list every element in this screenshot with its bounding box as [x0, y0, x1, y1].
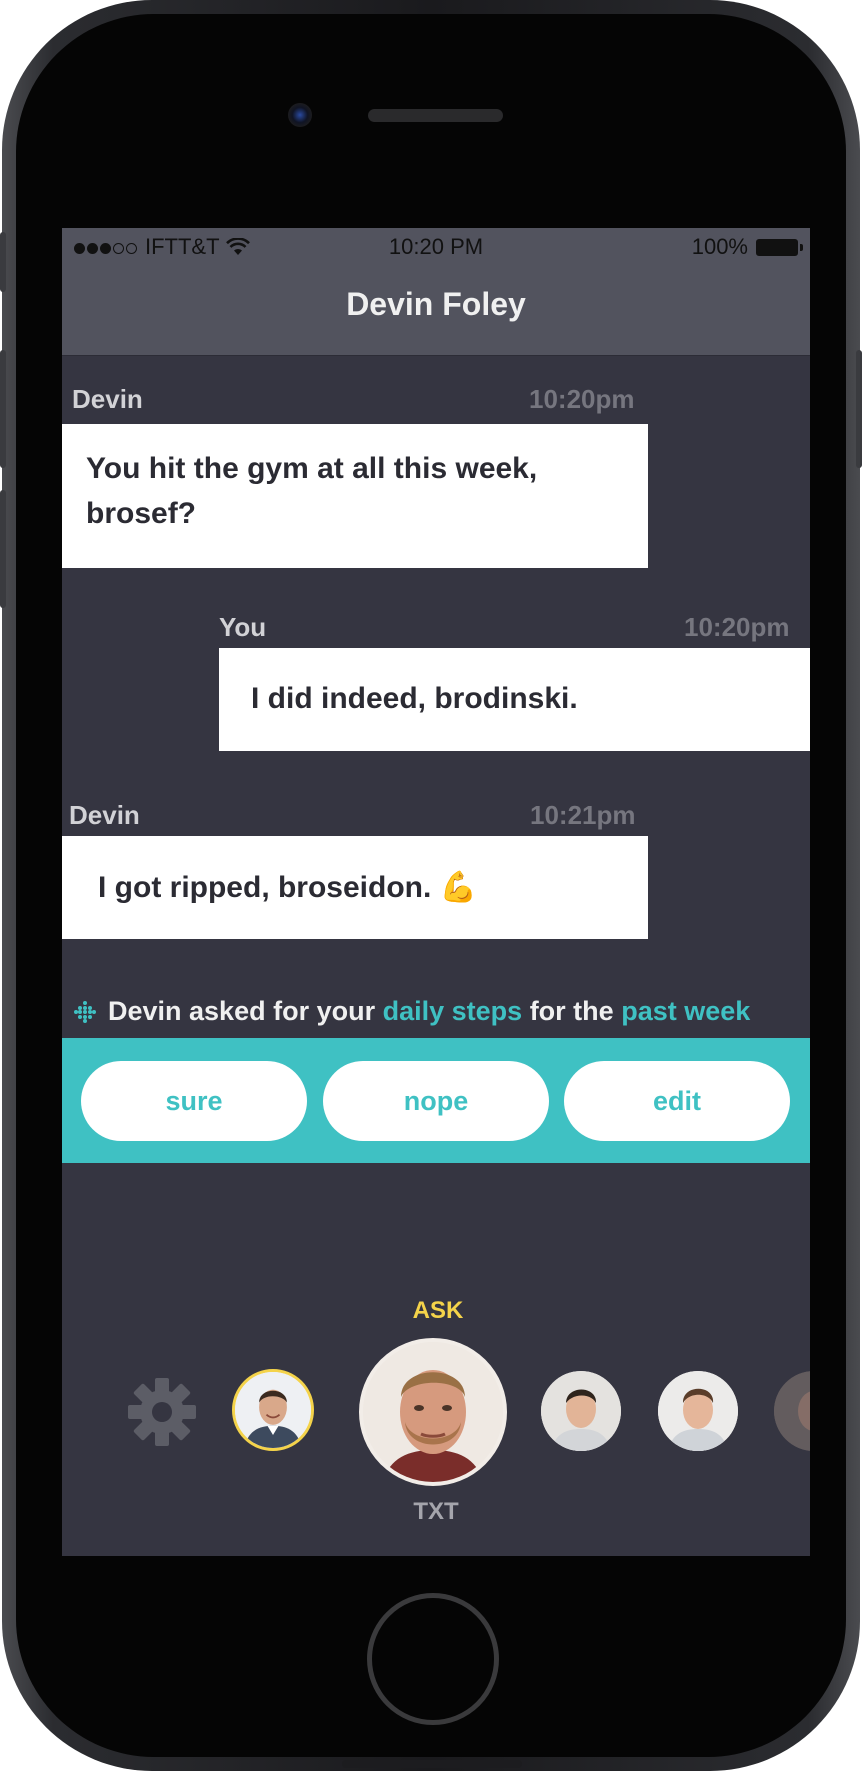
sure-button[interactable]: sure: [81, 1061, 307, 1141]
message-sender: You: [219, 612, 267, 642]
person-portrait-icon: [541, 1371, 621, 1451]
gear-icon[interactable]: [128, 1378, 196, 1446]
message-bubble-incoming: You hit the gym at all this week, brosef…: [62, 424, 648, 568]
request-text: Devin asked for your daily steps for the…: [108, 996, 750, 1027]
request-period-link[interactable]: past week: [621, 996, 750, 1026]
person-portrait-icon: [235, 1372, 311, 1448]
message-text: I got ripped, broseidon.: [98, 871, 432, 904]
message-text: You hit the gym at all this week, brosef…: [86, 452, 538, 530]
fitbit-icon: [74, 1000, 96, 1023]
message-time: 10:20pm: [529, 384, 635, 414]
chat-header: IFTT&T 10:20 PM 100% Devin Foley: [62, 228, 810, 356]
request-metric-link[interactable]: daily steps: [383, 996, 523, 1026]
phone-frame: IFTT&T 10:20 PM 100% Devin Foley Devin 1…: [0, 0, 862, 1771]
front-camera: [288, 103, 312, 127]
response-action-bar: sure nope edit: [62, 1038, 810, 1163]
earpiece-speaker: [368, 109, 503, 122]
person-portrait-icon: [658, 1371, 738, 1451]
contact-avatar-selected[interactable]: [232, 1369, 314, 1451]
battery-percent: 100%: [691, 234, 748, 259]
volume-down-button: [0, 490, 6, 608]
contact-avatar-current[interactable]: [359, 1338, 507, 1486]
mute-switch: [0, 232, 6, 292]
data-request: Devin asked for your daily steps for the…: [74, 996, 750, 1027]
status-bar: IFTT&T 10:20 PM 100%: [62, 228, 810, 268]
ask-label[interactable]: ASK: [62, 1297, 810, 1325]
message-time: 10:21pm: [530, 800, 636, 830]
status-right: 100%: [691, 234, 803, 260]
request-prefix: Devin asked for your: [108, 996, 376, 1026]
txt-label[interactable]: TXT: [62, 1498, 810, 1526]
message-time: 10:20pm: [684, 612, 790, 642]
contact-avatar[interactable]: [541, 1371, 621, 1451]
contact-avatar[interactable]: [658, 1371, 738, 1451]
message-sender: Devin: [69, 800, 140, 830]
person-portrait-icon: [363, 1342, 503, 1482]
conversation-title: Devin Foley: [346, 286, 526, 322]
power-button: [856, 350, 862, 468]
edit-button[interactable]: edit: [564, 1061, 790, 1141]
home-button[interactable]: [367, 1593, 499, 1725]
app-screen: IFTT&T 10:20 PM 100% Devin Foley Devin 1…: [62, 228, 810, 1556]
flexed-biceps-emoji: 💪: [439, 870, 478, 905]
message-bubble-incoming: I got ripped, broseidon. 💪: [62, 836, 648, 939]
person-portrait-icon: [774, 1371, 810, 1451]
message-text: I did indeed, brodinski.: [251, 682, 578, 715]
bezel-edge: [342, 1760, 522, 1768]
request-middle: for the: [529, 996, 614, 1026]
nope-button[interactable]: nope: [323, 1061, 549, 1141]
contact-avatar-partial[interactable]: [774, 1371, 810, 1451]
battery-icon: [756, 238, 803, 256]
volume-up-button: [0, 350, 6, 468]
message-sender: Devin: [72, 384, 143, 414]
message-bubble-outgoing: I did indeed, brodinski.: [219, 648, 810, 751]
